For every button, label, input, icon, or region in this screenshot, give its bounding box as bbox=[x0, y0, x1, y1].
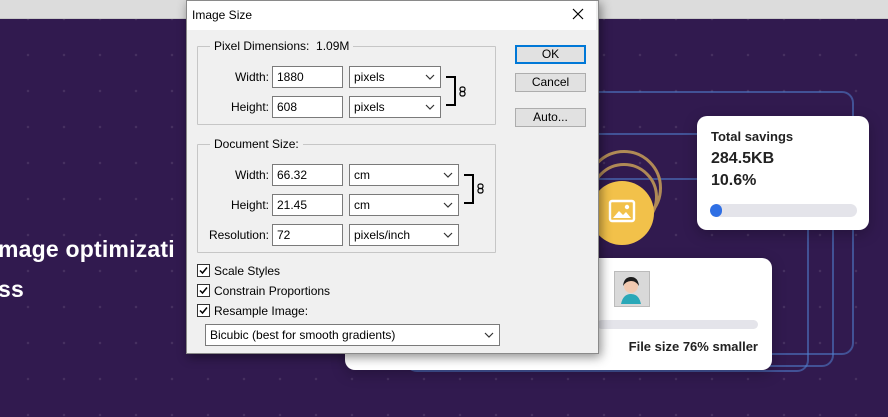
doc-width-unit-select[interactable]: cm bbox=[349, 164, 459, 186]
image-badge bbox=[590, 181, 654, 245]
scale-styles-label: Scale Styles bbox=[214, 264, 281, 278]
chevron-down-icon bbox=[484, 332, 494, 338]
savings-title: Total savings bbox=[711, 129, 794, 144]
pixel-dimensions-label: Pixel Dimensions: bbox=[214, 39, 310, 53]
chevron-down-icon bbox=[425, 74, 435, 80]
doc-width-label: Width: bbox=[234, 168, 269, 182]
file-progress-bar bbox=[597, 320, 758, 329]
chevron-down-icon bbox=[425, 104, 435, 110]
hero-headline-line1: mage optimizati bbox=[0, 236, 175, 262]
cancel-button[interactable]: Cancel bbox=[515, 73, 586, 92]
pixel-width-input[interactable] bbox=[272, 66, 343, 88]
savings-progress-bar bbox=[710, 204, 857, 217]
avatar bbox=[614, 271, 650, 307]
pixel-dimensions-size: 1.09M bbox=[316, 39, 350, 53]
checkbox-checked-icon[interactable] bbox=[197, 264, 210, 277]
pixel-width-label: Width: bbox=[234, 70, 269, 84]
pixel-width-unit-select[interactable]: pixels bbox=[349, 66, 441, 88]
pixel-height-label: Height: bbox=[230, 100, 269, 114]
chevron-down-icon bbox=[443, 172, 453, 178]
dialog-title: Image Size bbox=[192, 8, 253, 22]
doc-width-input[interactable] bbox=[272, 164, 343, 186]
file-size-caption: File size 76% smaller bbox=[628, 339, 758, 354]
doc-height-label: Height: bbox=[230, 198, 269, 212]
doc-height-unit-value: cm bbox=[354, 198, 370, 212]
ok-button[interactable]: OK bbox=[515, 45, 586, 64]
document-constrain-link-icon bbox=[464, 174, 484, 204]
checkbox-checked-icon[interactable] bbox=[197, 284, 210, 297]
constrain-proportions-label: Constrain Proportions bbox=[214, 284, 331, 298]
chevron-down-icon bbox=[443, 202, 453, 208]
total-savings-card: Total savings 284.5KB 10.6% bbox=[697, 116, 869, 230]
document-size-legend: Document Size: bbox=[210, 137, 303, 151]
hero-headline-line2: ss bbox=[0, 276, 24, 302]
auto-button[interactable]: Auto... bbox=[515, 108, 586, 127]
resolution-unit-value: pixels/inch bbox=[354, 228, 411, 242]
pixel-constrain-link-icon bbox=[446, 76, 466, 106]
pixel-height-unit-value: pixels bbox=[354, 100, 385, 114]
resolution-label: Resolution: bbox=[208, 228, 269, 242]
checkbox-checked-icon[interactable] bbox=[197, 304, 210, 317]
chevron-down-icon bbox=[443, 232, 453, 238]
resample-image-label: Resample Image: bbox=[214, 304, 309, 318]
pixel-width-unit-value: pixels bbox=[354, 70, 385, 84]
image-icon bbox=[608, 199, 636, 228]
image-size-dialog: Image Size Pixel Dimensions: 1.09M Width… bbox=[186, 0, 599, 354]
doc-height-unit-select[interactable]: cm bbox=[349, 194, 459, 216]
savings-percent: 10.6% bbox=[711, 172, 757, 189]
resolution-unit-select[interactable]: pixels/inch bbox=[349, 224, 459, 246]
dialog-titlebar[interactable]: Image Size bbox=[187, 1, 596, 30]
pixel-dimensions-legend: Pixel Dimensions: 1.09M bbox=[210, 39, 354, 53]
doc-width-unit-value: cm bbox=[354, 168, 370, 182]
resolution-input[interactable] bbox=[272, 224, 343, 246]
resample-method-value: Bicubic (best for smooth gradients) bbox=[210, 328, 396, 342]
doc-height-input[interactable] bbox=[272, 194, 343, 216]
close-icon[interactable] bbox=[570, 6, 586, 22]
savings-amount: 284.5KB bbox=[711, 150, 775, 167]
savings-progress-fill bbox=[710, 204, 722, 217]
pixel-height-unit-select[interactable]: pixels bbox=[349, 96, 441, 118]
pixel-height-input[interactable] bbox=[272, 96, 343, 118]
resample-method-select[interactable]: Bicubic (best for smooth gradients) bbox=[205, 324, 500, 346]
